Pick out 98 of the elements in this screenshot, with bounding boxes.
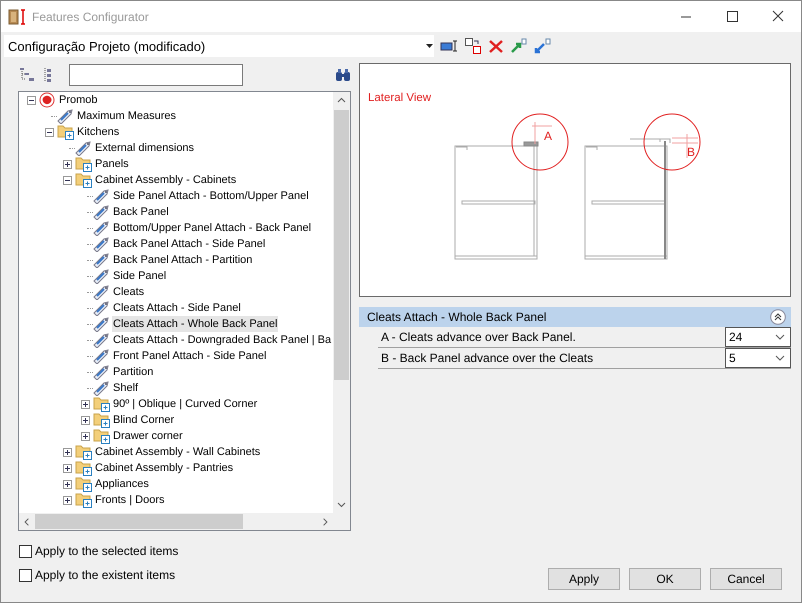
tree-item[interactable]: Blind Corner [112,412,176,428]
tree-item[interactable]: Partition [112,364,154,380]
collapse-icon[interactable] [44,128,54,136]
tag-icon [57,108,75,124]
copy-icon[interactable] [464,37,482,55]
tree-item[interactable]: Promob [58,92,99,108]
collapse-icon[interactable] [26,96,36,104]
tree-item[interactable]: Cabinet Assembly - Pantries [94,460,234,476]
tree-item[interactable]: Appliances [94,476,150,492]
tag-icon [93,204,111,220]
folder-icon [93,396,111,412]
tree-item[interactable]: Side Panel Attach - Bottom/Upper Panel [112,188,310,204]
tree-item[interactable]: Kitchens [76,124,120,140]
expand-icon[interactable] [62,496,72,504]
checkbox-label[interactable]: Apply to the selected items [35,544,178,558]
detail-label: B [687,145,696,159]
app-icon [8,8,26,26]
folder-icon [93,412,111,428]
folder-icon [75,172,93,188]
detail-circle [644,114,700,170]
tree-item[interactable]: Back Panel Attach - Partition [112,252,254,268]
tree-item[interactable]: External dimensions [94,140,196,156]
expand-icon[interactable] [80,432,90,440]
folder-icon [57,124,75,140]
detail-circle [512,114,568,170]
tag-icon [93,332,111,348]
binoculars-icon[interactable] [335,67,351,83]
value-dropdown[interactable]: 24 [725,327,791,347]
tag-icon [75,140,93,156]
expand-icon[interactable] [62,448,72,456]
horizontal-scrollbar[interactable] [19,513,333,530]
tag-icon [93,220,111,236]
checkbox[interactable] [19,544,32,558]
expand-icon[interactable] [62,480,72,488]
dimension-drawing [532,122,552,144]
tree-item[interactable]: Cleats Attach - Whole Back Panel [112,316,278,332]
tree-item[interactable]: Drawer corner [112,428,184,444]
folder-icon [75,492,93,508]
tree-view-icon[interactable] [19,67,35,83]
dimension-drawing [672,134,698,158]
checkbox[interactable] [19,568,32,582]
tree-item[interactable]: Shelf [112,380,140,396]
checkbox-label[interactable]: Apply to the existent items [35,568,176,582]
tag-icon [93,252,111,268]
tag-icon [93,284,111,300]
delete-icon[interactable] [488,38,504,54]
window-title: Features Configurator [32,10,150,24]
dialog-button[interactable]: OK [629,568,701,590]
tree-item[interactable]: Cleats Attach - Side Panel [112,300,242,316]
folder-icon [75,444,93,460]
collapse-icon[interactable] [62,176,72,184]
tree-item[interactable]: Fronts | Doors [94,492,166,508]
caret-icon[interactable] [426,43,434,49]
tag-icon [93,268,111,284]
folder-icon [75,460,93,476]
folder-icon [75,156,93,172]
value-dropdown[interactable]: 5 [725,348,791,368]
dialog-button[interactable]: Cancel [710,568,782,590]
tree-item[interactable]: Back Panel [112,204,170,220]
tree-item[interactable]: Cleats [112,284,146,300]
import-icon[interactable] [534,38,552,54]
tag-icon [93,380,111,396]
property-group-title: Cleats Attach - Whole Back Panel [367,310,548,324]
tag-icon [93,348,111,364]
tag-icon [93,316,111,332]
dialog-button[interactable]: Apply [548,568,620,590]
tag-icon [93,188,111,204]
export-icon[interactable] [510,38,528,54]
tree-item[interactable]: Cabinet Assembly - Cabinets [94,172,238,188]
expand-icon[interactable] [62,464,72,472]
property-label: B - Back Panel advance over the Cleats [380,351,594,365]
tree-item[interactable]: 90º | Oblique | Curved Corner [112,396,258,412]
rename-icon[interactable] [440,38,458,54]
tag-icon [93,300,111,316]
vertical-scrollbar[interactable] [333,92,350,513]
chevron-down-icon[interactable] [775,355,785,361]
expand-icon[interactable] [80,400,90,408]
tree-item[interactable]: Bottom/Upper Panel Attach - Back Panel [112,220,312,236]
configuration-dropdown[interactable]: Configuração Projeto (modificado) [4,35,434,57]
expand-icon[interactable] [62,160,72,168]
tree-item[interactable]: Cabinet Assembly - Wall Cabinets [94,444,262,460]
tree-item[interactable]: Side Panel [112,268,168,284]
detail-label: A [544,129,552,143]
property-label: A - Cleats advance over Back Panel. [380,330,577,344]
folder-icon [75,476,93,492]
folder-icon [93,428,111,444]
tag-icon [93,236,111,252]
chevron-down-icon[interactable] [775,334,785,340]
tree-item[interactable]: Panels [94,156,130,172]
view-title: Lateral View [368,92,432,104]
tree-item[interactable]: Maximum Measures [76,108,178,124]
expand-icon[interactable] [80,416,90,424]
search-field[interactable] [69,64,243,86]
tag-icon [93,364,111,380]
tree-item[interactable]: Front Panel Attach - Side Panel [112,348,268,364]
tree-item[interactable]: Back Panel Attach - Side Panel [112,236,266,252]
tree-item[interactable]: Cleats Attach - Downgraded Back Panel | Ba [112,332,332,348]
collapse-icon[interactable] [770,309,786,325]
